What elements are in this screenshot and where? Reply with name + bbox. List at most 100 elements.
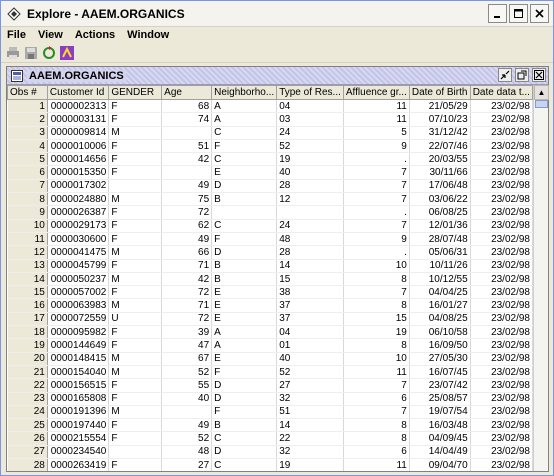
- table-row[interactable]: 9 0000026387 F 72. 06/08/25 23/02/98: [7, 205, 533, 220]
- row-number-cell[interactable]: 24: [7, 405, 48, 420]
- column-header[interactable]: GENDER: [108, 85, 163, 100]
- table-cell[interactable]: 23/02/98: [470, 112, 533, 127]
- table-cell[interactable]: 49: [161, 418, 213, 433]
- vertical-scrollbar[interactable]: ▲: [533, 85, 549, 471]
- table-cell[interactable]: 04: [276, 325, 344, 340]
- table-row[interactable]: 15 0000057002 F 72 E 38 7 04/04/25 23/02/98: [7, 285, 533, 300]
- table-cell[interactable]: 20/03/55: [409, 152, 471, 167]
- table-cell[interactable]: [161, 165, 213, 180]
- table-cell[interactable]: 24: [276, 126, 344, 140]
- table-cell[interactable]: 23/02/98: [470, 298, 533, 313]
- table-cell[interactable]: 06/08/25: [409, 205, 471, 220]
- table-cell[interactable]: 03: [276, 112, 344, 127]
- table-row[interactable]: 11 0000030600 F 49 F 48 9 28/07/48 23/02/98: [7, 232, 533, 247]
- table-cell[interactable]: 23/02/98: [470, 179, 533, 194]
- menu-window[interactable]: Window: [121, 29, 175, 41]
- row-number-cell[interactable]: 14: [7, 272, 48, 287]
- table-row[interactable]: 16 0000063983 M 71 E 37 8 16/01/27 23/02/98: [7, 298, 533, 313]
- table-cell[interactable]: F: [211, 405, 278, 420]
- table-row[interactable]: 28 0000263419 F 27 C 19 11 09/04/70 23/02/98: [7, 458, 533, 471]
- table-row[interactable]: 10 0000029173 F 62 C 24 7 12/01/36 23/02/98: [7, 219, 533, 233]
- table-row[interactable]: 12 0000041475 M 66 D 28. 05/06/31 23/02/98: [7, 245, 533, 260]
- table-cell[interactable]: 42: [161, 272, 213, 287]
- row-number-cell[interactable]: 26: [7, 431, 48, 446]
- table-cell[interactable]: 22: [276, 431, 344, 446]
- table-cell[interactable]: 10: [343, 259, 410, 273]
- table-cell[interactable]: F: [108, 232, 163, 247]
- row-number-cell[interactable]: 12: [7, 245, 48, 260]
- row-number-cell[interactable]: 11: [7, 232, 48, 247]
- table-cell[interactable]: 40: [276, 165, 344, 180]
- table-cell[interactable]: [276, 205, 344, 220]
- table-cell[interactable]: 51: [276, 405, 344, 420]
- table-cell[interactable]: 49: [161, 232, 213, 247]
- table-cell[interactable]: F: [108, 112, 163, 127]
- table-cell[interactable]: 11: [343, 112, 410, 127]
- table-cell[interactable]: 0000003131: [47, 112, 110, 127]
- table-cell[interactable]: 15: [276, 272, 344, 287]
- table-cell[interactable]: 23/02/98: [470, 418, 533, 433]
- table-cell[interactable]: B: [211, 259, 278, 273]
- table-cell[interactable]: 12/01/36: [409, 219, 471, 233]
- table-cell[interactable]: 10/11/26: [409, 259, 471, 273]
- table-cell[interactable]: 23/02/98: [470, 139, 533, 154]
- refresh-icon[interactable]: [41, 45, 57, 61]
- table-cell[interactable]: E: [211, 352, 278, 366]
- table-row[interactable]: 2 0000003131 F 74 A 03 11 07/10/23 23/02/98: [7, 112, 533, 127]
- table-cell[interactable]: 23/02/98: [470, 165, 533, 180]
- table-cell[interactable]: 23/02/98: [470, 365, 533, 380]
- table-cell[interactable]: 23/02/98: [470, 405, 533, 420]
- table-row[interactable]: 6 0000015350 F E 40 7 30/11/66 23/02/98: [7, 165, 533, 180]
- table-cell[interactable]: 19: [276, 152, 344, 167]
- table-cell[interactable]: M: [108, 126, 163, 140]
- table-cell[interactable]: .: [343, 152, 410, 167]
- row-number-cell[interactable]: 2: [7, 112, 48, 127]
- table-cell[interactable]: 72: [161, 285, 213, 300]
- table-cell[interactable]: 01: [276, 338, 344, 353]
- table-cell[interactable]: 0000014656: [47, 152, 110, 167]
- table-cell[interactable]: 31/12/42: [409, 126, 471, 140]
- table-cell[interactable]: 8: [343, 431, 410, 446]
- table-row[interactable]: 14 0000050237 M 42 B 15 8 10/12/55 23/02/98: [7, 272, 533, 287]
- table-cell[interactable]: 0000154040: [47, 365, 110, 380]
- table-cell[interactable]: M: [108, 245, 163, 260]
- table-cell[interactable]: 0000050237: [47, 272, 110, 287]
- table-cell[interactable]: 32: [276, 392, 344, 406]
- table-cell[interactable]: 7: [343, 378, 410, 393]
- table-cell[interactable]: 0000063983: [47, 298, 110, 313]
- table-cell[interactable]: F: [108, 139, 163, 154]
- table-cell[interactable]: 19: [276, 458, 344, 471]
- table-cell[interactable]: 06/10/58: [409, 325, 471, 340]
- table-row[interactable]: 21 0000154040 M 52 F 52 11 16/07/45 23/02/98: [7, 365, 533, 380]
- table-cell[interactable]: 23/02/98: [470, 205, 533, 220]
- table-cell[interactable]: 8: [343, 272, 410, 287]
- table-cell[interactable]: 66: [161, 245, 213, 260]
- table-cell[interactable]: F: [108, 325, 163, 340]
- table-cell[interactable]: 12: [276, 192, 344, 207]
- row-number-cell[interactable]: 18: [7, 325, 48, 340]
- table-cell[interactable]: 7: [343, 405, 410, 420]
- table-cell[interactable]: 16/09/50: [409, 338, 471, 353]
- close-icon[interactable]: [530, 4, 549, 23]
- column-header[interactable]: Customer Id: [46, 85, 110, 100]
- table-cell[interactable]: F: [108, 152, 163, 167]
- table-cell[interactable]: F: [211, 139, 278, 154]
- row-number-cell[interactable]: 15: [7, 285, 48, 300]
- table-cell[interactable]: 23/02/98: [470, 392, 533, 406]
- table-cell[interactable]: 40: [161, 392, 213, 406]
- row-number-cell[interactable]: 13: [7, 259, 48, 273]
- row-number-cell[interactable]: 4: [7, 139, 48, 154]
- table-cell[interactable]: 14: [276, 259, 344, 273]
- table-cell[interactable]: F: [108, 458, 163, 471]
- table-cell[interactable]: 74: [161, 112, 213, 127]
- table-cell[interactable]: U: [108, 312, 163, 327]
- table-cell[interactable]: 8: [343, 298, 410, 313]
- table-cell[interactable]: 42: [161, 152, 213, 167]
- table-cell[interactable]: F: [108, 285, 163, 300]
- table-cell[interactable]: 7: [343, 219, 410, 233]
- table-cell[interactable]: F: [211, 365, 278, 380]
- table-cell[interactable]: 11: [343, 365, 410, 380]
- table-cell[interactable]: 16/07/45: [409, 365, 471, 380]
- table-cell[interactable]: 0000215554: [47, 431, 110, 446]
- table-cell[interactable]: 0000002313: [47, 99, 110, 114]
